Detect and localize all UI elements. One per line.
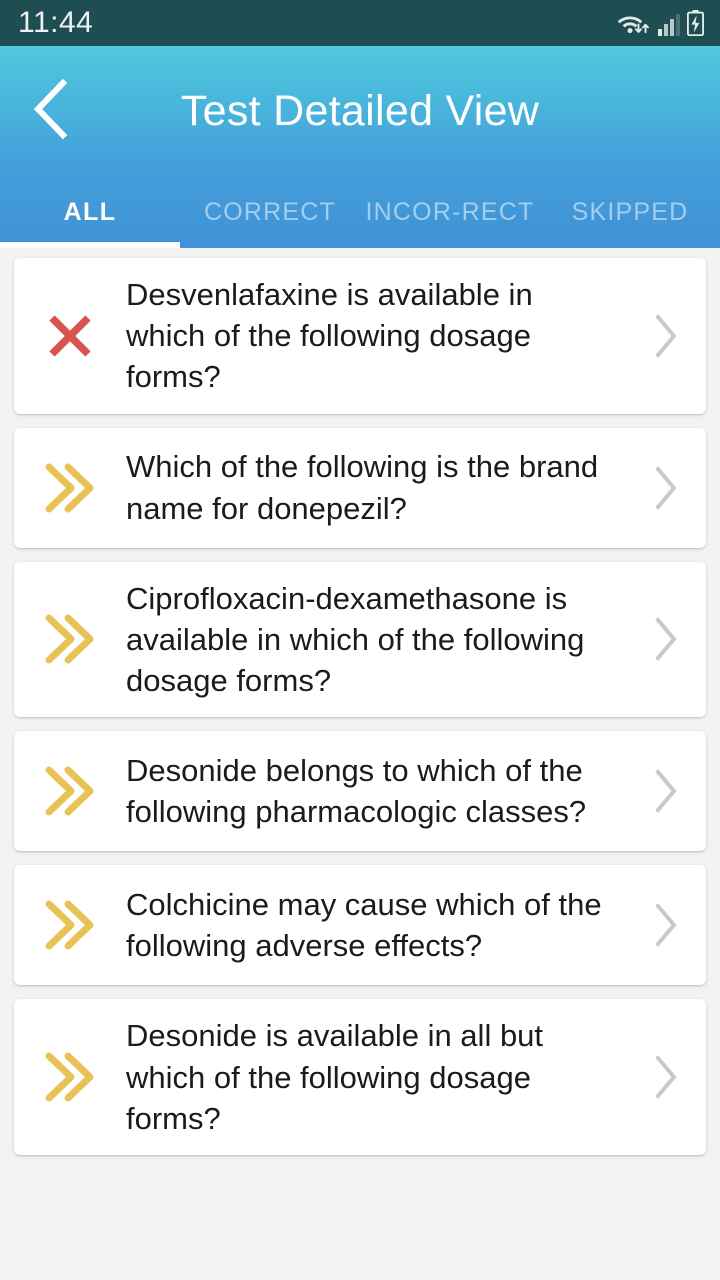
- cellular-signal-icon: [658, 12, 680, 36]
- question-status: [14, 1050, 126, 1104]
- list-item[interactable]: Ciprofloxacin-dexamethasone is available…: [14, 561, 706, 718]
- tab-skipped[interactable]: SKIPPED: [540, 176, 720, 248]
- tab-incorrect[interactable]: INCOR-RECT: [360, 176, 540, 248]
- question-status: [14, 461, 126, 515]
- list-item[interactable]: Colchicine may cause which of the follow…: [14, 865, 706, 986]
- question-text: Desonide belongs to which of the followi…: [126, 753, 587, 830]
- chevron-right-icon[interactable]: [634, 465, 698, 511]
- app-header: Test Detailed View ALL CORRECT INCOR-REC…: [0, 46, 720, 248]
- header-title-row: Test Detailed View: [0, 46, 720, 176]
- wifi-icon: [617, 10, 651, 36]
- chevron-right-icon[interactable]: [634, 616, 698, 662]
- question-text: Desonide is available in all but which o…: [126, 1018, 544, 1136]
- question-text: Desvenlafaxine is available in which of …: [126, 277, 533, 395]
- status-bar-icons: [617, 10, 704, 36]
- tab-all[interactable]: ALL: [0, 176, 180, 248]
- status-bar-clock: 11:44: [18, 6, 94, 39]
- chevron-right-icon[interactable]: [634, 313, 698, 359]
- double-chevron-right-icon: [41, 764, 99, 818]
- double-chevron-right-icon: [41, 612, 99, 666]
- question-text: Ciprofloxacin-dexamethasone is available…: [126, 580, 585, 699]
- tab-correct[interactable]: CORRECT: [180, 176, 360, 248]
- list-item[interactable]: Desvenlafaxine is available in which of …: [14, 258, 706, 414]
- list-item[interactable]: Desonide belongs to which of the followi…: [14, 731, 706, 852]
- tab-bar: ALL CORRECT INCOR-RECT SKIPPED: [0, 176, 720, 248]
- double-chevron-right-icon: [41, 898, 99, 952]
- double-chevron-right-icon: [41, 461, 99, 515]
- back-button[interactable]: [8, 56, 94, 166]
- tab-active-indicator: [0, 242, 180, 248]
- question-status: [14, 898, 126, 952]
- battery-charging-icon: [687, 10, 704, 36]
- status-bar: 11:44: [0, 0, 720, 46]
- list-item[interactable]: Which of the following is the brand name…: [14, 427, 706, 548]
- chevron-right-icon[interactable]: [634, 902, 698, 948]
- question-text: Which of the following is the brand name…: [126, 449, 599, 526]
- question-status: [14, 310, 126, 362]
- back-chevron-icon: [30, 78, 72, 145]
- chevron-right-icon[interactable]: [634, 1054, 698, 1100]
- question-status: [14, 764, 126, 818]
- question-list: Desvenlafaxine is available in which of …: [0, 248, 720, 1155]
- cross-icon: [44, 310, 96, 362]
- double-chevron-right-icon: [41, 1050, 99, 1104]
- list-item[interactable]: Desonide is available in all but which o…: [14, 999, 706, 1155]
- chevron-right-icon[interactable]: [634, 768, 698, 814]
- question-status: [14, 612, 126, 666]
- question-text: Colchicine may cause which of the follow…: [126, 887, 602, 964]
- page-title: Test Detailed View: [180, 86, 540, 135]
